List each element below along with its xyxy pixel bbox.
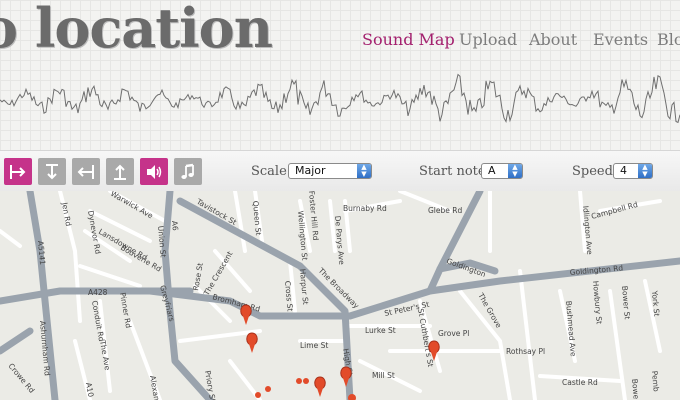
- select-arrows-icon: ▲ ▼: [357, 164, 371, 178]
- street-label: Grove Pl: [438, 329, 469, 338]
- scale-label: Scale:: [251, 164, 292, 179]
- speaker-button[interactable]: [140, 158, 168, 185]
- align-vertical-icon: [46, 163, 58, 179]
- street-label: A6: [170, 220, 180, 231]
- map-dot-icon[interactable]: [296, 378, 302, 384]
- music-note-icon: [181, 163, 194, 179]
- map-dot-icon[interactable]: [255, 392, 261, 398]
- sound-map[interactable]: Jen Rd Warwick Ave Dynevor Rd Lansdowne …: [0, 191, 680, 400]
- street-label: A428: [88, 288, 108, 297]
- start-note-value: A: [488, 164, 496, 177]
- street-label: Rothsay Pl: [506, 347, 545, 356]
- street-label: Pemb: [650, 370, 661, 392]
- street-label: Burnaby Rd: [343, 204, 387, 213]
- street-label: Mill St: [372, 371, 395, 380]
- street-label: Bowe: [630, 378, 641, 400]
- site-header: o location Sound Map Upload About Events…: [0, 0, 680, 150]
- scale-value: Major: [295, 164, 326, 177]
- align-left-right-button[interactable]: [4, 158, 32, 185]
- map-dot-icon[interactable]: [303, 378, 309, 384]
- align-right-icon: [77, 164, 94, 179]
- sound-waveform: [0, 73, 680, 124]
- select-arrows-icon: ▲ ▼: [508, 164, 522, 178]
- nav-sound-map[interactable]: Sound Map: [362, 30, 455, 49]
- start-note-label: Start note:: [419, 164, 490, 179]
- speaker-icon: [147, 164, 162, 179]
- street-label: Glebe Rd: [428, 206, 462, 215]
- street-label: Lurke St: [365, 326, 396, 335]
- map-toolbar: Scale: Major ▲ ▼ Start note: A ▲ ▼ Speed: …: [0, 150, 680, 192]
- speed-select[interactable]: 4 ▲ ▼: [613, 163, 653, 179]
- street-label: Lime St: [300, 341, 328, 350]
- scale-select[interactable]: Major ▲ ▼: [288, 163, 372, 179]
- align-vertical-button[interactable]: [38, 158, 66, 185]
- align-top-icon: [114, 164, 126, 180]
- select-arrows-icon: ▲ ▼: [638, 164, 652, 178]
- nav-about[interactable]: About: [529, 30, 577, 49]
- align-left-right-icon: [10, 164, 26, 179]
- music-note-button[interactable]: [174, 158, 202, 185]
- site-title: o location: [0, 0, 273, 60]
- start-note-select[interactable]: A ▲ ▼: [481, 163, 523, 179]
- map-dot-icon[interactable]: [265, 386, 271, 392]
- align-right-button[interactable]: [72, 158, 100, 185]
- speed-label: Speed:: [572, 164, 618, 179]
- nav-blog[interactable]: Blo: [657, 30, 680, 49]
- speed-value: 4: [620, 164, 627, 177]
- align-top-button[interactable]: [106, 158, 134, 185]
- street-label: Castle Rd: [562, 378, 598, 387]
- nav-events[interactable]: Events: [593, 30, 648, 49]
- nav-upload[interactable]: Upload: [459, 30, 517, 49]
